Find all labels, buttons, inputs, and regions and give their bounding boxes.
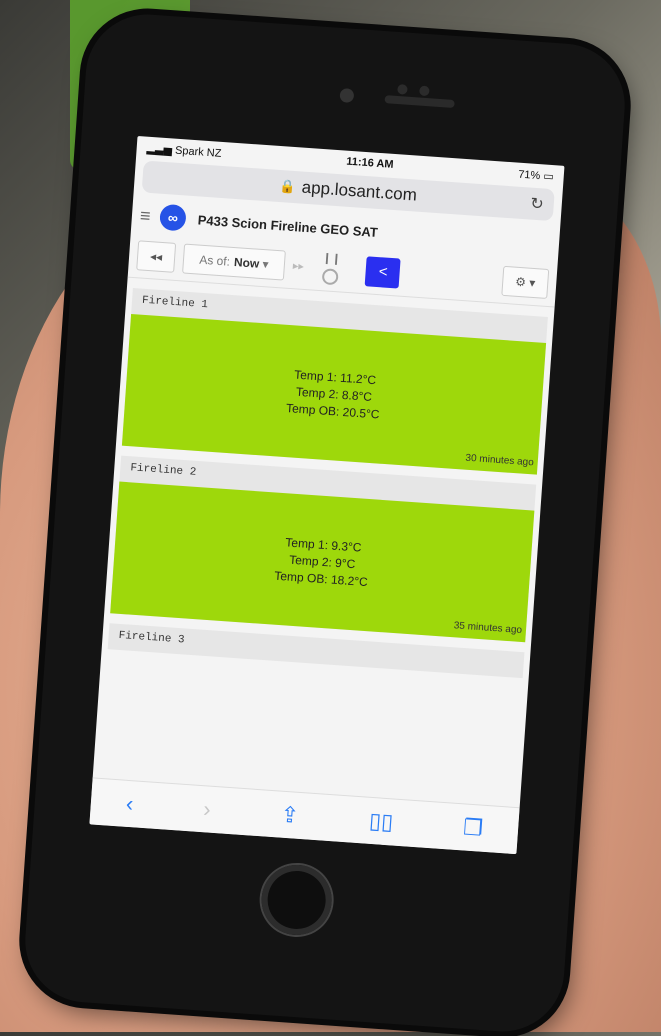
- dashboard-block: Fireline 2 Temp 1: 9.3°C Temp 2: 9°C Tem…: [110, 455, 537, 643]
- front-camera: [339, 88, 355, 103]
- hamburger-menu-icon[interactable]: ≡: [139, 205, 160, 227]
- forward-icon[interactable]: ›: [202, 796, 212, 822]
- as-of-dropdown[interactable]: As of: Now ▾: [182, 242, 286, 281]
- battery-indicator: 71% ▭: [517, 168, 555, 183]
- updated-timestamp: 35 minutes ago: [453, 620, 523, 636]
- earpiece-speaker: [384, 95, 455, 109]
- url-text: app.losant.com: [301, 177, 418, 205]
- reload-icon[interactable]: ↻: [530, 194, 545, 215]
- screen: ▂▃▅ Spark NZ 11:16 AM 71% ▭ 🔒 app.losant…: [89, 135, 565, 855]
- lock-icon: 🔒: [279, 178, 297, 195]
- sensor-dot: [419, 85, 430, 97]
- share-icon[interactable]: ⇪: [280, 802, 300, 829]
- fast-forward-icon[interactable]: ▸▸: [292, 259, 304, 273]
- sensor-dot: [397, 84, 408, 95]
- refresh-control[interactable]: ❙❙: [321, 251, 342, 286]
- phone: ▂▃▅ Spark NZ 11:16 AM 71% ▭ 🔒 app.losant…: [21, 10, 629, 1036]
- updated-timestamp: 30 minutes ago: [465, 452, 535, 469]
- clock: 11:16 AM: [345, 155, 394, 171]
- back-icon[interactable]: ‹: [125, 791, 134, 817]
- losant-logo[interactable]: ∞: [159, 203, 187, 232]
- loading-spinner-icon: [321, 268, 339, 286]
- indicator-tile: Temp 1: 11.2°C Temp 2: 8.8°C Temp OB: 20…: [121, 313, 547, 475]
- dashboard-title: P433 Scion Fireline GEO SAT: [197, 211, 379, 240]
- home-button[interactable]: [259, 862, 334, 938]
- dashboard-content: Fireline 1 Temp 1: 11.2°C Temp 2: 8.8°C …: [102, 278, 555, 679]
- as-of-value: Now: [233, 254, 260, 271]
- browser-toolbar: ‹ › ⇪ ▯▯ ❐: [89, 777, 520, 855]
- dashboard-block: Fireline 1 Temp 1: 11.2°C Temp 2: 8.8°C …: [121, 288, 548, 475]
- share-button[interactable]: <: [365, 255, 402, 289]
- bookmarks-icon[interactable]: ▯▯: [368, 808, 394, 836]
- pause-icon: ❙❙: [322, 252, 342, 266]
- rewind-button[interactable]: ◂◂: [136, 239, 177, 273]
- as-of-label: As of:: [198, 252, 231, 269]
- indicator-tile: Temp 1: 9.3°C Temp 2: 9°C Temp OB: 18.2°…: [110, 481, 535, 643]
- settings-dropdown[interactable]: ⚙ ▾: [501, 265, 550, 299]
- carrier-label: ▂▃▅ Spark NZ: [146, 142, 222, 160]
- tabs-icon[interactable]: ❐: [462, 814, 483, 841]
- gear-icon: ⚙: [514, 274, 527, 289]
